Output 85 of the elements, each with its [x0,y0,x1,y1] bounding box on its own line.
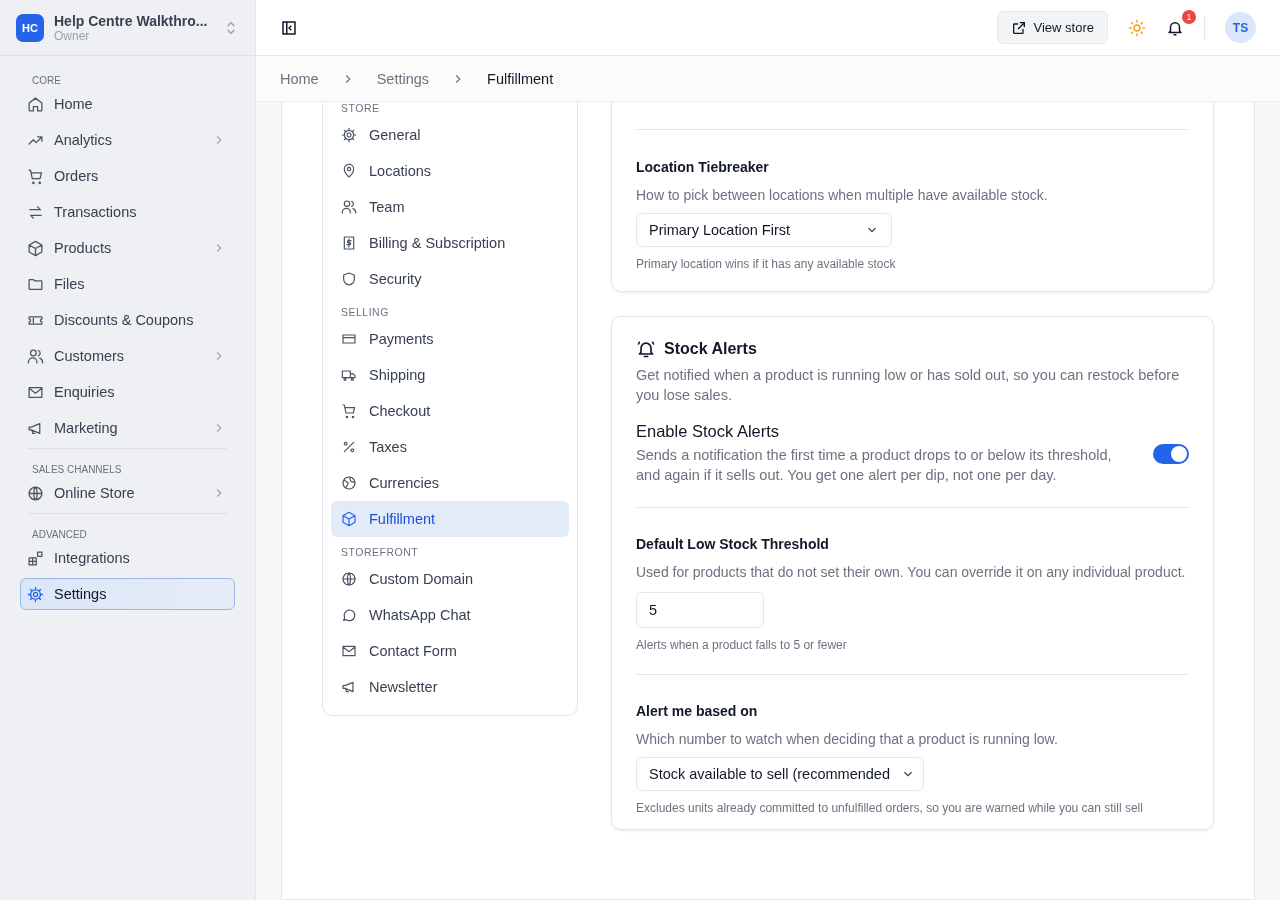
users-icon [341,199,357,215]
cart-icon [27,167,44,185]
sidebar-item[interactable]: Marketing [20,412,235,444]
sidebar-item[interactable]: Discounts & Coupons [20,304,235,336]
field-hint: Alerts when a product falls to 5 or fewer [636,638,848,652]
field-hint: Excludes units already committed to unfulfilled orders, so you are warned while you can still sell [636,801,1144,815]
cart-icon [341,403,357,419]
sidebar-item[interactable]: Files [20,268,235,300]
bell-icon [636,339,656,359]
sidebar-item[interactable]: Home [20,88,235,120]
location-select[interactable]: Primary Location First [636,213,892,247]
box-icon [341,511,357,527]
blocks-icon [27,549,44,567]
sidebar-item[interactable]: Products [20,232,235,264]
card-title: Stock Alerts [664,340,757,358]
sidebar-item[interactable]: Online Store [20,477,235,509]
sidebar-item[interactable]: Integrations [20,542,235,574]
card-description: Get notified when a product is running low or has sold out, so you can restock before you lose sales. [636,366,1181,405]
shield-icon [341,271,357,287]
sidebar-item[interactable]: Analytics [20,124,235,156]
users-icon [27,347,44,365]
toggle-label: Enable Stock Alerts [636,422,781,441]
toggle-description: Sends a notification the first time a product drops to or below its threshold, and again if it sells out. You get one alert per dip, not one per day. [636,446,1113,485]
view-store-button[interactable]: View store [996,11,1108,44]
settings-nav-item[interactable]: Payments [331,321,569,357]
settings-nav-item[interactable]: Security [331,261,569,297]
sidebar-item[interactable]: Customers [20,340,235,372]
truck-icon [341,367,357,383]
field-hint: Primary location wins if it has any available stock [636,257,897,271]
sidebar-item[interactable]: Enquiries [20,376,235,408]
alert-basis-select[interactable]: Stock available to sell (recommended [636,757,924,791]
field-description: Which number to watch when deciding that a product is running low. [636,730,1059,749]
field-label: Location Tiebreaker [636,159,770,175]
user-avatar[interactable]: TS [1225,12,1256,43]
toggle-switch[interactable] [1153,443,1189,464]
box-icon [27,239,44,257]
percent-icon [341,439,357,455]
arrows-icon [27,203,44,221]
mail-icon [341,643,357,659]
settings-nav-item[interactable]: General [331,117,569,153]
settings-nav-item[interactable]: Taxes [331,429,569,465]
house-icon [27,95,44,113]
settings-nav-item[interactable]: Currencies [331,465,569,501]
settings-nav-item[interactable]: Custom Domain [331,561,569,597]
settings-nav-item[interactable]: Team [331,189,569,225]
sidebar-toggle-icon[interactable] [280,18,298,37]
settings-nav-item[interactable]: Newsletter [331,669,569,705]
field-label: Alert me based on [636,703,759,719]
settings-nav-heading: SELLING [340,306,390,318]
sidebar-heading: ADVANCED [31,528,88,542]
external-link-icon [1010,19,1027,36]
breadcrumb-link[interactable]: Settings [376,70,430,87]
settings-nav-item[interactable]: Billing & Subscription [331,225,569,261]
settings-nav-heading: STOREFRONT [340,546,420,558]
workspace-name: Help Centre Walkthro... [54,12,209,29]
sidebar-item[interactable]: Orders [20,160,235,192]
bill-icon [341,235,357,251]
workspace-logo: HC [16,13,44,42]
settings-nav-item[interactable]: Checkout [331,393,569,429]
sidebar-item[interactable]: Settings [20,578,235,610]
settings-nav-item[interactable]: WhatsApp Chat [331,597,569,633]
globe-icon [27,484,44,502]
settings-nav-heading: STORE [340,102,381,114]
settings-nav-item[interactable]: Contact Form [331,633,569,669]
field-label: Default Low Stock Threshold [636,536,830,552]
gear-icon [341,127,357,143]
breadcrumb-link[interactable]: Home [280,70,319,87]
card-icon [341,331,357,347]
field-description: How to pick between locations when multiple have available stock. [636,186,1049,205]
field-description: Used for products that do not set their own. You can override it on any individual product. [636,563,1187,582]
pin-icon [341,163,357,179]
settings-nav-item[interactable]: Fulfillment [331,501,569,537]
gear-icon [27,585,44,603]
workspace-role: Owner [54,28,91,43]
sidebar-heading: CORE [31,74,62,88]
globe-icon [341,571,357,587]
chat-icon [341,607,357,623]
notification-badge: 1 [1182,9,1196,24]
breadcrumb-link[interactable]: Fulfillment [487,70,554,87]
sidebar-item[interactable]: Transactions [20,196,235,228]
threshold-input[interactable]: 5 [636,592,764,628]
settings-nav-item[interactable]: Shipping [331,357,569,393]
megaphone-icon [341,679,357,695]
sidebar-heading: SALES CHANNELS [31,463,123,477]
settings-nav-item[interactable]: Locations [331,153,569,189]
